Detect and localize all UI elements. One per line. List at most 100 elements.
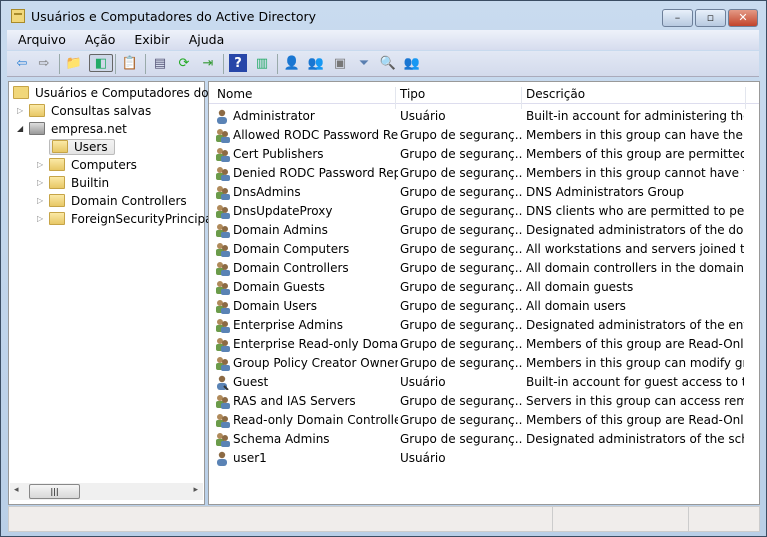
table-row[interactable]: Schema Admins Grupo de seguranç... Designa…: [209, 430, 744, 449]
row-name: Domain Guests: [233, 280, 325, 294]
table-row[interactable]: Administrator Usuário Built-in account for…: [209, 107, 744, 126]
table-row[interactable]: RAS and IAS Servers Grupo de seguranç... S…: [209, 392, 744, 411]
row-type: Grupo de seguranç...: [400, 128, 522, 142]
scrollbar-thumb[interactable]: |||: [29, 484, 80, 499]
row-type: Usuário: [400, 375, 446, 389]
group-icon: [216, 300, 230, 314]
row-description: Members of this group are Read-Only ...: [526, 337, 744, 351]
tree-item-saved-queries[interactable]: ▷ Consultas salvas: [17, 102, 151, 119]
show-hide-console-tree-icon[interactable]: ◧: [89, 54, 113, 72]
find-icon[interactable]: 🔍: [379, 54, 397, 72]
table-row[interactable]: user1 Usuário: [209, 449, 744, 468]
tree-label: Domain Controllers: [71, 193, 187, 208]
folder-icon: [29, 104, 45, 117]
new-user-icon[interactable]: 👤: [283, 54, 301, 72]
row-name: Domain Computers: [233, 242, 350, 256]
row-description: DNS Administrators Group: [526, 185, 685, 199]
disabled-user-icon: [217, 375, 229, 390]
row-name: Guest: [233, 375, 269, 389]
clipboard-icon[interactable]: 📋: [121, 54, 139, 72]
table-row[interactable]: Domain Users Grupo de seguranç... All doma…: [209, 297, 744, 316]
table-row[interactable]: Allowed RODC Password Re... Grupo de segu…: [209, 126, 744, 145]
group-icon: [216, 262, 230, 276]
row-name: user1: [233, 451, 267, 465]
tree-item-users[interactable]: Users: [49, 138, 115, 155]
show-action-pane-icon[interactable]: ▥: [253, 54, 271, 72]
close-button[interactable]: ✕: [728, 9, 758, 27]
row-type: Grupo de seguranç...: [400, 147, 522, 161]
refresh-icon[interactable]: ⟳: [175, 54, 193, 72]
selected-node[interactable]: Users: [49, 138, 115, 155]
forward-arrow-icon[interactable]: ⇨: [35, 54, 53, 72]
table-row[interactable]: DnsAdmins Grupo de seguranç... DNS Adminis…: [209, 183, 744, 202]
tree-item-domain-controllers[interactable]: ▷ Domain Controllers: [37, 192, 187, 209]
group-icon: [216, 395, 230, 409]
expand-icon[interactable]: ▷: [37, 178, 49, 187]
table-row[interactable]: Denied RODC Password Repl... Grupo de seg…: [209, 164, 744, 183]
menu-exibir[interactable]: Exibir: [123, 30, 177, 47]
group-icon: [216, 186, 230, 200]
tree-item-foreignsecurityprincipals[interactable]: ▷ ForeignSecurityPrincipals: [37, 210, 222, 227]
toolbar-separator: [223, 54, 224, 74]
row-description: Members in this group cannot have the...: [526, 166, 744, 180]
tree-item-domain[interactable]: ◢ empresa.net: [17, 120, 127, 137]
table-row[interactable]: Enterprise Read-only Domai... Grupo de se…: [209, 335, 744, 354]
table-row[interactable]: Domain Guests Grupo de seguranç... All dom…: [209, 278, 744, 297]
maximize-button[interactable]: ▫: [695, 9, 726, 27]
group-icon: [216, 414, 230, 428]
add-to-group-icon[interactable]: 👥: [403, 54, 421, 72]
row-description: Designated administrators of the enterp.…: [526, 318, 744, 332]
filter-icon[interactable]: ⏷: [355, 54, 373, 72]
table-row[interactable]: Group Policy Creator Owners Grupo de segu…: [209, 354, 744, 373]
expand-icon[interactable]: ▷: [17, 106, 29, 115]
table-row[interactable]: Domain Computers Grupo de seguranç... All …: [209, 240, 744, 259]
table-row[interactable]: DnsUpdateProxy Grupo de seguranç... DNS cl…: [209, 202, 744, 221]
row-type: Grupo de seguranç...: [400, 413, 522, 427]
table-row[interactable]: Read-only Domain Controllers Grupo de seg…: [209, 411, 744, 430]
row-description: Members in this group can modify gro...: [526, 356, 744, 370]
table-row[interactable]: Enterprise Admins Grupo de seguranç... Des…: [209, 316, 744, 335]
expand-icon[interactable]: ▷: [37, 196, 49, 205]
expand-icon[interactable]: ▷: [37, 214, 49, 223]
row-type: Grupo de seguranç...: [400, 166, 522, 180]
window-title: Usuários e Computadores do Active Direct…: [31, 9, 317, 24]
column-header-nome[interactable]: Nome: [217, 87, 252, 101]
expand-icon[interactable]: ▷: [37, 160, 49, 169]
menu-arquivo[interactable]: Arquivo: [7, 30, 74, 47]
folder-icon: [49, 176, 65, 189]
scroll-right-icon[interactable]: ▸: [193, 485, 198, 495]
new-group-icon[interactable]: 👥: [307, 54, 325, 72]
menu-ajuda[interactable]: Ajuda: [178, 30, 233, 47]
help-icon[interactable]: ?: [229, 54, 247, 72]
row-name: DnsAdmins: [233, 185, 301, 199]
row-name: DnsUpdateProxy: [233, 204, 333, 218]
menu-acao[interactable]: Ação: [74, 30, 124, 47]
ad-icon: [13, 86, 29, 99]
user-icon: [217, 451, 227, 466]
tree-item-builtin[interactable]: ▷ Builtin: [37, 174, 109, 191]
table-row[interactable]: Domain Admins Grupo de seguranç... Designa…: [209, 221, 744, 240]
table-row[interactable]: Guest Usuário Built-in account for guest a…: [209, 373, 744, 392]
properties-icon[interactable]: ▤: [151, 54, 169, 72]
tree-item-computers[interactable]: ▷ Computers: [37, 156, 137, 173]
table-row[interactable]: Cert Publishers Grupo de seguranç... Membe…: [209, 145, 744, 164]
column-header-descricao[interactable]: Descrição: [526, 87, 585, 101]
column-header-tipo[interactable]: Tipo: [400, 87, 425, 101]
up-folder-icon[interactable]: 📁: [65, 54, 83, 72]
new-ou-icon[interactable]: ▣: [331, 54, 349, 72]
row-description: All domain users: [526, 299, 626, 313]
minimize-button[interactable]: –: [662, 9, 693, 27]
table-row[interactable]: Domain Controllers Grupo de seguranç... Al…: [209, 259, 744, 278]
tree-horizontal-scrollbar[interactable]: ◂ ||| ▸: [10, 483, 203, 500]
tree-label: Consultas salvas: [51, 103, 152, 118]
scroll-left-icon[interactable]: ◂: [14, 485, 19, 495]
group-icon: [216, 224, 230, 238]
back-arrow-icon[interactable]: ⇦: [13, 54, 31, 72]
row-description: All domain guests: [526, 280, 634, 294]
collapse-icon[interactable]: ◢: [17, 124, 29, 133]
row-type: Usuário: [400, 451, 446, 465]
user-icon: [217, 109, 227, 124]
tree-label: ForeignSecurityPrincipals: [71, 211, 223, 226]
export-list-icon[interactable]: ⇥: [199, 54, 217, 72]
row-type: Grupo de seguranç...: [400, 204, 522, 218]
